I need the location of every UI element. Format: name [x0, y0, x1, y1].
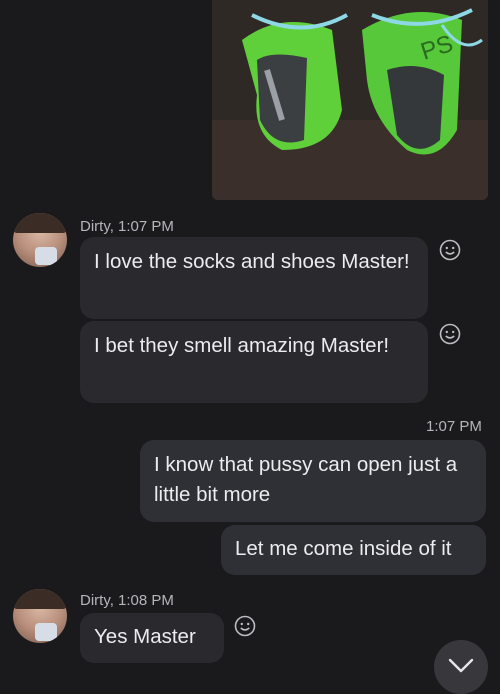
smiley-add-reaction-icon[interactable]	[234, 615, 256, 637]
message-bubble[interactable]: I bet they smell amazing Master!	[80, 321, 428, 403]
avatar[interactable]	[13, 589, 67, 643]
smiley-add-reaction-icon[interactable]	[439, 323, 461, 345]
message-bubble-outgoing[interactable]: I know that pussy can open just a little…	[140, 440, 486, 522]
message-text: I bet they smell amazing Master!	[94, 334, 390, 357]
message-bubble-outgoing[interactable]: Let me come inside of it	[221, 525, 486, 575]
message-bubble[interactable]: Yes Master	[80, 613, 224, 663]
message-bubble[interactable]: I love the socks and shoes Master!	[80, 237, 428, 319]
sender-timestamp: Dirty, 1:08 PM	[80, 592, 174, 609]
avatar[interactable]	[13, 213, 67, 267]
message-text: I know that pussy can open just a little…	[154, 453, 458, 506]
smiley-add-reaction-icon[interactable]	[439, 239, 461, 261]
chevron-down-icon	[448, 658, 474, 679]
message-text: Let me come inside of it	[235, 537, 452, 560]
message-text: I love the socks and shoes Master!	[94, 250, 410, 273]
message-text: Yes Master	[94, 625, 196, 648]
outgoing-timestamp: 1:07 PM	[426, 418, 482, 435]
shared-shoes-photo[interactable]: PS	[212, 0, 488, 200]
sender-timestamp: Dirty, 1:07 PM	[80, 218, 174, 235]
scroll-to-bottom-button[interactable]	[434, 640, 488, 694]
